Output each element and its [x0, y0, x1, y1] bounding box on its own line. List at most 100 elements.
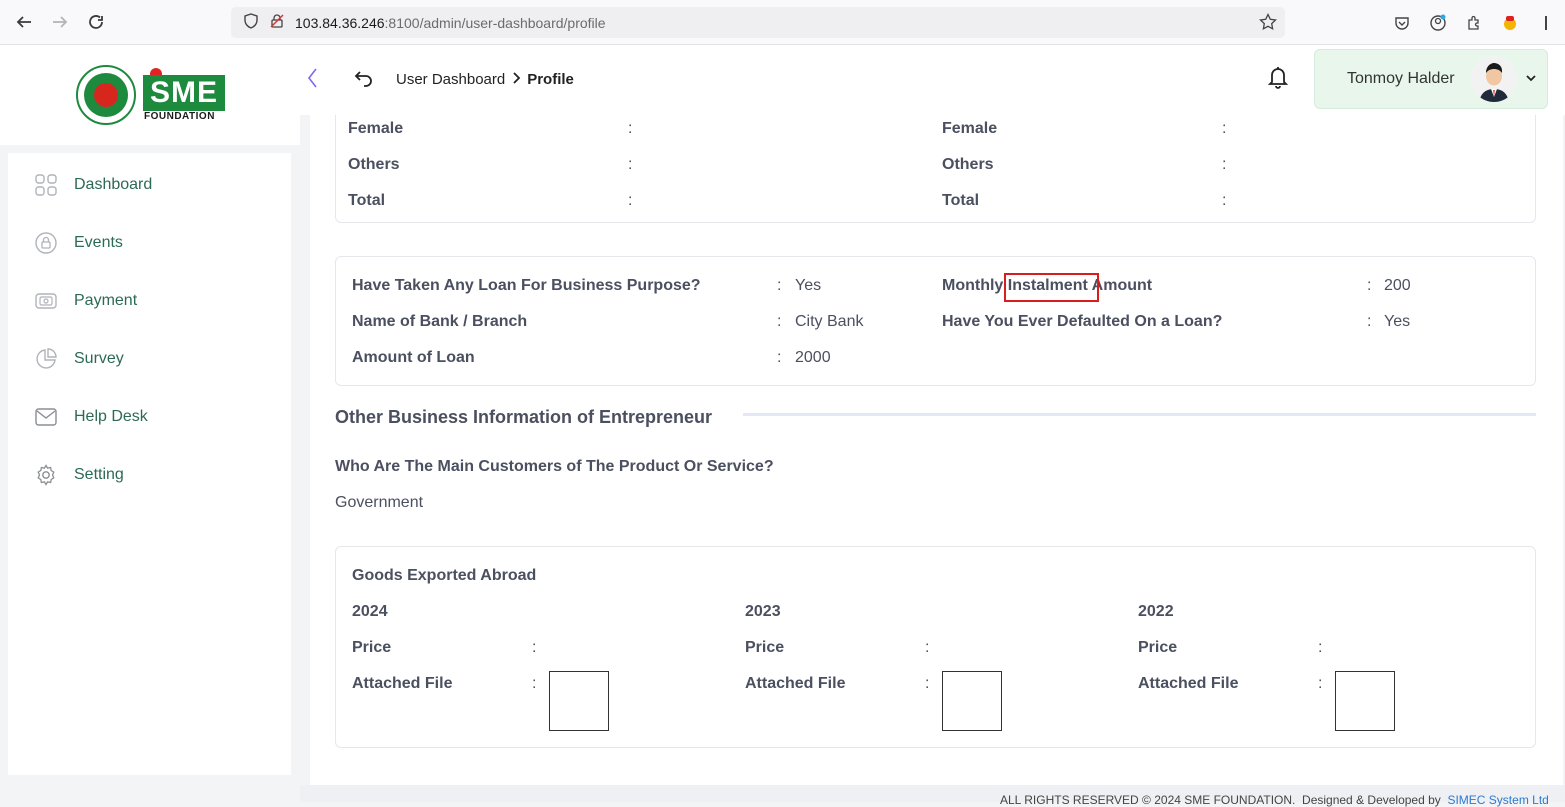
- colon: :: [1222, 156, 1227, 173]
- sidebar-menu: Dashboard Events Payment Survey Help Des…: [8, 153, 291, 775]
- profile-card: Female : Others : Total : Female : Other…: [310, 115, 1563, 785]
- attached-file-label: Attached File: [352, 675, 453, 692]
- sidebar-item-events[interactable]: Events: [34, 231, 123, 255]
- extensions-icon[interactable]: [1461, 10, 1487, 36]
- price-label: Price: [745, 639, 785, 656]
- mail-icon: [34, 405, 58, 429]
- total-label: Total: [942, 192, 980, 209]
- colon: :: [1222, 192, 1227, 209]
- extension-badge-icon[interactable]: [1497, 10, 1523, 36]
- attached-file-thumbnail[interactable]: [1335, 671, 1395, 731]
- address-bar[interactable]: 103.84.36.246:8100/admin/user-dashboard/…: [231, 7, 1285, 38]
- colon: :: [1318, 639, 1323, 656]
- colon: :: [925, 675, 930, 692]
- sidebar-item-setting[interactable]: Setting: [34, 463, 124, 487]
- loan-amount-value: 2000: [795, 349, 831, 366]
- reload-icon[interactable]: [78, 4, 114, 40]
- sidebar-item-payment[interactable]: Payment: [34, 289, 137, 313]
- colon: :: [777, 313, 782, 330]
- user-name: Tonmoy Halder: [1347, 70, 1455, 87]
- bank-branch-label: Name of Bank / Branch: [352, 313, 528, 330]
- colon: :: [777, 277, 782, 294]
- sidebar-item-label: Dashboard: [74, 176, 153, 193]
- colon: :: [628, 120, 633, 137]
- menu-icon[interactable]: [1533, 10, 1559, 36]
- sidebar-item-label: Survey: [74, 350, 124, 367]
- chevron-down-icon: [1525, 70, 1537, 88]
- colon: :: [1367, 313, 1372, 330]
- colon: :: [628, 192, 633, 209]
- app-header: SME FOUNDATION User Dashboard Profile To…: [0, 45, 1565, 145]
- breadcrumb: User Dashboard Profile: [396, 71, 574, 88]
- breadcrumb-parent[interactable]: User Dashboard: [396, 71, 505, 88]
- pocket-icon[interactable]: [1389, 10, 1415, 36]
- colon: :: [532, 639, 537, 656]
- colon: :: [925, 639, 930, 656]
- goods-exported-title: Goods Exported Abroad: [352, 567, 537, 584]
- section-title-other-business: Other Business Information of Entreprene…: [335, 407, 713, 427]
- loan-default-label: Have You Ever Defaulted On a Loan?: [942, 313, 1223, 330]
- url-path: :8100/admin/user-dashboard/profile: [384, 14, 606, 31]
- sidebar-item-label: Setting: [74, 466, 124, 483]
- total-label: Total: [348, 192, 386, 209]
- price-label: Price: [352, 639, 392, 656]
- attached-file-thumbnail[interactable]: [549, 671, 609, 731]
- bank-branch-value: City Bank: [795, 313, 864, 330]
- gear-icon: [34, 463, 58, 487]
- sidebar-item-label: Help Desk: [74, 408, 148, 425]
- sidebar-item-dashboard[interactable]: Dashboard: [34, 173, 152, 197]
- others-label: Others: [942, 156, 994, 173]
- bookmark-star-icon[interactable]: [1259, 12, 1277, 34]
- colon: :: [1367, 277, 1372, 294]
- attached-file-label: Attached File: [745, 675, 846, 692]
- logo-subtitle: FOUNDATION: [144, 111, 215, 122]
- grid-icon: [34, 173, 58, 197]
- footer-text: ALL RIGHTS RESERVED © 2024 SME FOUNDATIO…: [1000, 793, 1549, 807]
- highlight-box: [1004, 273, 1099, 302]
- colon: :: [1318, 675, 1323, 692]
- loan-taken-value: Yes: [795, 277, 822, 294]
- colon: :: [628, 156, 633, 173]
- sidebar-collapse-button[interactable]: [305, 67, 319, 95]
- lock-icon: [34, 231, 58, 255]
- main-content: Female : Others : Total : Female : Other…: [300, 115, 1565, 785]
- others-label: Others: [348, 156, 400, 173]
- logo-brand-letters: SME: [143, 75, 225, 111]
- chevron-right-icon: [511, 71, 521, 88]
- sme-foundation-logo[interactable]: SME FOUNDATION: [0, 45, 300, 145]
- notification-bell-icon[interactable]: [1266, 64, 1290, 95]
- attached-file-thumbnail[interactable]: [942, 671, 1002, 731]
- account-icon[interactable]: [1425, 10, 1451, 36]
- goods-exported-panel: Goods Exported Abroad 2024 Price : Attac…: [335, 546, 1536, 748]
- browser-toolbar: 103.84.36.246:8100/admin/user-dashboard/…: [0, 0, 1565, 45]
- export-year: 2023: [745, 603, 781, 620]
- sidebar-item-help-desk[interactable]: Help Desk: [34, 405, 148, 429]
- breadcrumb-current: Profile: [527, 71, 574, 88]
- shield-icon: [243, 13, 259, 32]
- loan-panel: Have Taken Any Loan For Business Purpose…: [335, 256, 1536, 386]
- pie-chart-icon: [34, 347, 58, 371]
- female-label: Female: [942, 120, 998, 137]
- back-arrow-icon[interactable]: [6, 4, 42, 40]
- back-button[interactable]: [354, 67, 374, 92]
- female-label: Female: [348, 120, 404, 137]
- sidebar-item-survey[interactable]: Survey: [34, 347, 124, 371]
- avatar: [1471, 56, 1517, 102]
- insecure-lock-icon: [269, 13, 285, 32]
- money-icon: [34, 289, 58, 313]
- price-label: Price: [1138, 639, 1178, 656]
- loan-default-value: Yes: [1384, 313, 1411, 330]
- employees-panel: Female : Others : Total : Female : Other…: [335, 115, 1536, 223]
- export-year: 2022: [1138, 603, 1174, 620]
- colon: :: [1222, 120, 1227, 137]
- loan-taken-label: Have Taken Any Loan For Business Purpose…: [352, 277, 701, 294]
- attached-file-label: Attached File: [1138, 675, 1239, 692]
- colon: :: [532, 675, 537, 692]
- footer: ALL RIGHTS RESERVED © 2024 SME FOUNDATIO…: [300, 785, 1565, 807]
- sidebar: Dashboard Events Payment Survey Help Des…: [0, 145, 300, 802]
- forward-arrow-icon[interactable]: [42, 4, 78, 40]
- user-menu[interactable]: Tonmoy Halder: [1314, 49, 1548, 109]
- developer-link[interactable]: SIMEC System Ltd: [1447, 793, 1548, 807]
- sidebar-item-label: Payment: [74, 292, 138, 309]
- sidebar-item-label: Events: [74, 234, 123, 251]
